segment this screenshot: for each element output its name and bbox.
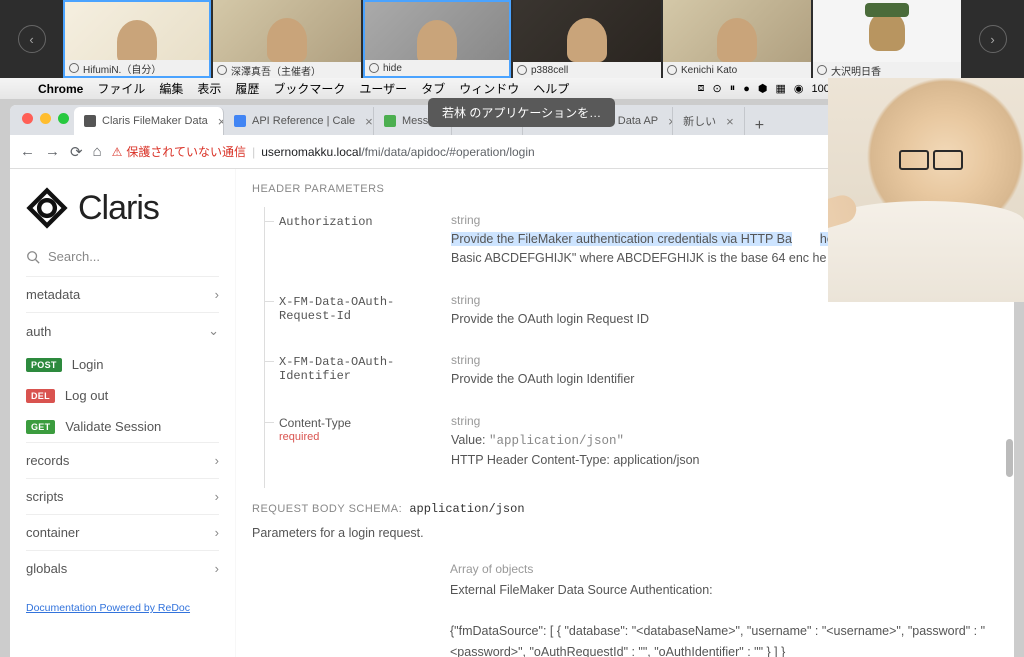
wifi-icon[interactable]: ◉ (794, 82, 804, 95)
minimize-icon[interactable] (40, 113, 51, 124)
chevron-right-icon: › (215, 287, 219, 302)
menu-item[interactable]: 編集 (159, 80, 183, 97)
mute-icon (69, 63, 79, 73)
param-name: Content-Typerequired (265, 414, 451, 471)
status-icon[interactable]: ⊙ (713, 82, 722, 95)
menu-item[interactable]: 表示 (197, 80, 221, 97)
video-tile[interactable]: Kenichi Kato (663, 0, 811, 78)
video-tile[interactable]: 深澤真吾（主催者） (213, 0, 361, 78)
param-name: Authorization (265, 213, 451, 269)
menu-item[interactable]: ファイル (97, 80, 145, 97)
status-icon[interactable]: ⏸ (730, 82, 736, 95)
required-label: required (279, 431, 451, 443)
mute-icon (667, 65, 677, 75)
close-icon[interactable] (22, 113, 33, 124)
sharing-tooltip: 若林 のアプリケーションを… (428, 98, 615, 127)
video-tiles: HifumiN.（自分） 深澤真吾（主催者） hide p388cell Ken… (63, 0, 961, 78)
home-button[interactable]: ⌂ (93, 143, 102, 160)
status-icon[interactable]: ● (743, 83, 750, 95)
param-name: X-FM-Data-OAuth-Request-Id (265, 293, 451, 329)
param-row: X-FM-Data-OAuth-Identifier string Provid… (265, 347, 998, 407)
chevron-right-icon: › (215, 489, 219, 504)
status-icon[interactable]: ⬢ (758, 82, 768, 95)
warning-icon: ⚠ (112, 145, 123, 159)
redoc-link[interactable]: Documentation Powered by ReDoc (26, 602, 190, 614)
param-type: string (451, 414, 998, 428)
sidebar-subitem-logout[interactable]: DELLog out (26, 380, 219, 411)
param-type: string (451, 353, 998, 367)
scrollbar-thumb[interactable] (1006, 439, 1013, 477)
presenter-video-overlay (828, 78, 1024, 302)
param-description: HTTP Header Content-Type: application/js… (451, 451, 998, 470)
video-tile[interactable]: HifumiN.（自分） (63, 0, 211, 78)
sidebar-item-globals[interactable]: globals› (26, 550, 219, 586)
api-sidebar: Claris Search... metadata› auth⌄ POSTLog… (10, 169, 236, 657)
maximize-icon[interactable] (58, 113, 69, 124)
scrollbar[interactable] (1004, 339, 1014, 657)
video-tile[interactable]: hide (363, 0, 511, 78)
search-icon (26, 250, 40, 264)
sidebar-item-records[interactable]: records› (26, 442, 219, 478)
video-next-button[interactable]: › (961, 25, 1024, 53)
search-input[interactable]: Search... (26, 245, 219, 276)
browser-tab[interactable]: 新しい× (673, 107, 745, 135)
chevron-right-icon: › (215, 561, 219, 576)
video-prev-button[interactable]: ‹ (0, 25, 63, 53)
sidebar-subitem-login[interactable]: POSTLogin (26, 349, 219, 380)
sidebar-item-metadata[interactable]: metadata› (26, 276, 219, 312)
body-schema-title: REQUEST BODY SCHEMA: application/json (252, 502, 998, 516)
chevron-down-icon: ⌄ (208, 323, 219, 339)
chevron-right-icon: › (215, 525, 219, 540)
video-tile[interactable]: p388cell (513, 0, 661, 78)
menu-item[interactable]: タブ (421, 80, 445, 97)
param-name: X-FM-Data-OAuth-Identifier (265, 353, 451, 389)
forward-button[interactable]: → (45, 143, 60, 160)
close-icon[interactable]: × (726, 114, 734, 129)
sidebar-item-auth[interactable]: auth⌄ (26, 312, 219, 349)
menu-item[interactable]: 履歴 (235, 80, 259, 97)
new-tab-button[interactable]: + (745, 117, 774, 135)
browser-tab[interactable]: Claris FileMaker Data× (74, 107, 224, 135)
chevron-right-icon: › (215, 453, 219, 468)
back-button[interactable]: ← (20, 143, 35, 160)
body-description: Parameters for a login request. (252, 526, 998, 540)
body-param-description: Array of objects External FileMaker Data… (450, 560, 998, 657)
param-description: Provide the OAuth login Identifier (451, 370, 998, 389)
browser-tab[interactable]: API Reference | Cale× (224, 107, 374, 135)
mute-icon (817, 65, 827, 75)
sidebar-subitem-validate[interactable]: GETValidate Session (26, 411, 219, 442)
app-name[interactable]: Chrome (38, 82, 83, 96)
sidebar-item-scripts[interactable]: scripts› (26, 478, 219, 514)
video-tile[interactable]: 大沢明日香 (813, 0, 961, 78)
video-conference-bar: ‹ HifumiN.（自分） 深澤真吾（主催者） hide p388cell K… (0, 0, 1024, 78)
url-field[interactable]: ⚠保護されていない通信 | usernomakku.local/fmi/data… (112, 143, 826, 160)
body-param-name[interactable]: →fmDataSource› (252, 560, 450, 657)
menu-item[interactable]: ヘルプ (533, 80, 569, 97)
dropbox-icon[interactable]: ⧈ (698, 82, 705, 95)
status-icon[interactable]: ▦ (776, 82, 786, 95)
claris-logo-icon (26, 187, 68, 229)
menu-item[interactable]: ユーザー (359, 80, 407, 97)
mute-icon (517, 65, 527, 75)
body-param-row: →fmDataSource› Array of objects External… (252, 554, 998, 657)
menu-item[interactable]: ウィンドウ (459, 80, 519, 97)
traffic-lights[interactable] (22, 113, 69, 124)
param-description: Provide the OAuth login Request ID (451, 310, 998, 329)
mute-icon (217, 65, 227, 75)
sidebar-item-container[interactable]: container› (26, 514, 219, 550)
mute-icon (369, 63, 379, 73)
param-row: Content-Typerequired string Value: "appl… (265, 408, 998, 489)
param-value: Value: "application/json" (451, 431, 998, 451)
close-icon[interactable]: × (365, 114, 373, 129)
logo: Claris (26, 181, 219, 245)
reload-button[interactable]: ⟳ (70, 143, 83, 161)
menu-item[interactable]: ブックマーク (273, 80, 345, 97)
